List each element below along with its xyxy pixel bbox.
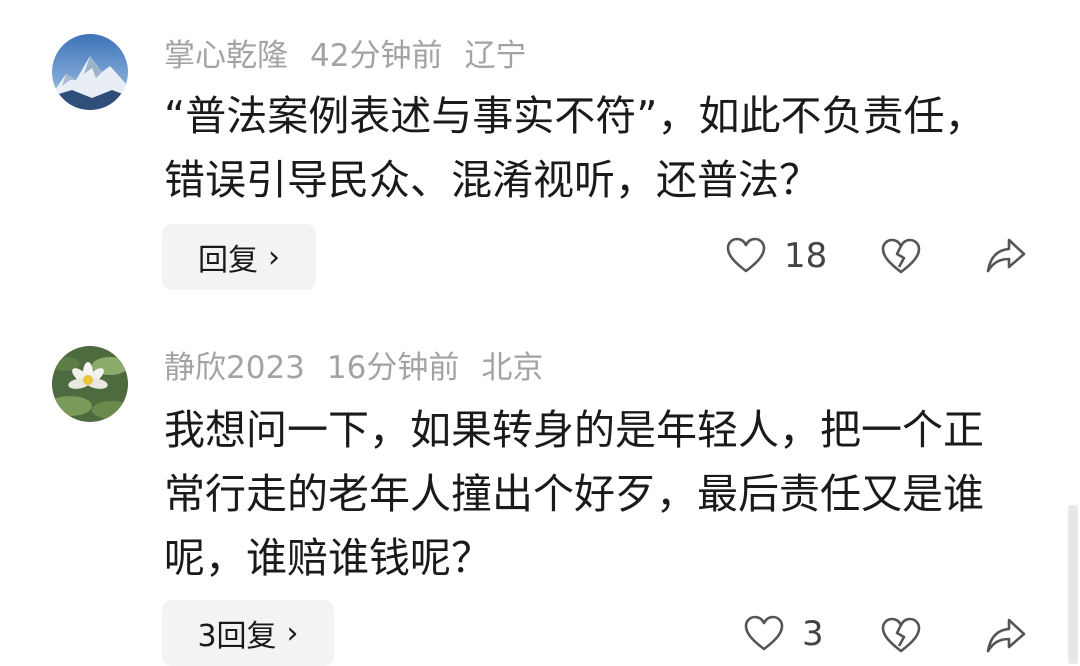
comment-meta: 掌心乾隆 42分钟前 辽宁	[164, 36, 526, 76]
reply-button[interactable]: 3回复 ›	[162, 600, 334, 666]
like-count: 3	[802, 614, 824, 654]
snow-mountain-avatar-icon	[52, 34, 128, 110]
share-icon[interactable]	[985, 616, 1027, 656]
heart-icon	[726, 237, 766, 273]
broken-heart-icon[interactable]	[881, 616, 921, 656]
scrollbar[interactable]	[1068, 505, 1078, 664]
chevron-right-icon: ›	[286, 615, 299, 651]
timestamp: 42分钟前	[310, 38, 443, 74]
reply-label: 回复	[198, 243, 258, 278]
comment-meta: 静欣2023 16分钟前 北京	[164, 348, 543, 388]
share-icon[interactable]	[985, 236, 1027, 276]
username[interactable]: 静欣2023	[164, 348, 305, 388]
location: 辽宁	[464, 38, 527, 74]
heart-icon	[744, 615, 784, 651]
like-button[interactable]: 3	[744, 614, 824, 654]
broken-heart-icon[interactable]	[881, 237, 921, 277]
water-lily-avatar-icon	[52, 346, 128, 422]
comment-text: 我想问一下，如果转身的是年轻人，把一个正常行走的老年人撞出个好歹，最后责任又是谁…	[164, 406, 984, 582]
chevron-right-icon: ›	[268, 239, 280, 275]
avatar[interactable]	[52, 34, 128, 110]
timestamp: 16分钟前	[326, 350, 460, 386]
like-button[interactable]: 18	[726, 236, 827, 276]
avatar[interactable]	[52, 346, 128, 422]
like-count: 18	[784, 236, 828, 276]
location: 北京	[481, 350, 544, 386]
reply-button[interactable]: 回复 ›	[162, 224, 316, 290]
username[interactable]: 掌心乾隆	[164, 36, 288, 76]
reply-label: 3回复	[197, 619, 277, 654]
comment-text: “普法案例表述与事实不符”，如此不负责任，错误引导民众、混淆视听，还普法？	[164, 92, 986, 204]
